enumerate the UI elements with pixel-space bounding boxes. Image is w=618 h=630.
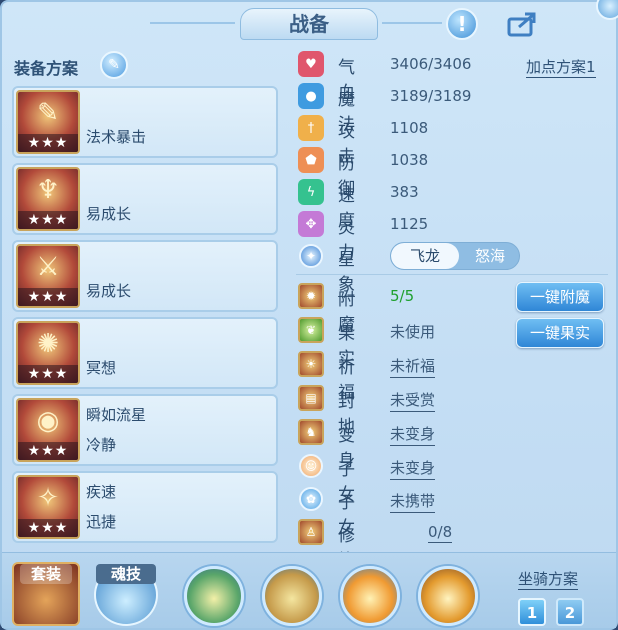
mount-plan-2-button[interactable]: 2 xyxy=(556,598,584,626)
blessing-icon: ☀ xyxy=(298,351,324,377)
equipment-plan-card[interactable]: ✺ ★★★ 冥想 xyxy=(12,317,278,389)
stat-value: 1125 xyxy=(390,215,429,233)
share-icon[interactable] xyxy=(506,8,538,40)
star-rating: ★★★ xyxy=(18,288,78,306)
star-rating: ★★★ xyxy=(18,365,78,383)
fruit-icon: ❦ xyxy=(298,317,324,343)
equipment-glyph: ✺ xyxy=(37,329,59,359)
suit-label: 套装 xyxy=(20,564,72,584)
equipment-glyph: ✧ xyxy=(37,483,59,513)
one-click-enchant-button[interactable]: 一键附魔 xyxy=(516,282,604,312)
constellation-toggle[interactable]: 飞龙 怒海 xyxy=(390,242,520,270)
skill-orb-3[interactable] xyxy=(340,566,400,626)
equipment-plan-title: 装备方案 xyxy=(14,59,79,78)
stat-value: 383 xyxy=(390,183,419,201)
speed-icon: ϟ xyxy=(298,179,324,205)
feature-value[interactable]: 未携带 xyxy=(390,490,436,513)
skill-orb-4[interactable] xyxy=(418,566,478,626)
star-rating: ★★★ xyxy=(18,134,78,152)
stat-value: 3406/3406 xyxy=(390,55,472,73)
one-click-fruit-button[interactable]: 一键果实 xyxy=(516,318,604,348)
plan-line-2: 冥想 xyxy=(86,359,117,377)
stat-value: 3189/3189 xyxy=(390,87,472,105)
section-divider xyxy=(296,274,608,275)
stat-value: 1108 xyxy=(390,119,429,137)
skill-orb-2[interactable] xyxy=(262,566,322,626)
plan-line-2: 冷静 xyxy=(86,436,117,454)
plan-line-2: 迅捷 xyxy=(86,513,117,531)
constellation-option-nuhai[interactable]: 怒海 xyxy=(459,243,519,269)
cultivation-icon: ♙ xyxy=(298,519,324,545)
equipment-item-icon: ♆ ★★★ xyxy=(16,167,80,231)
help-icon[interactable]: ! xyxy=(446,8,478,40)
constellation-icon: ✦ xyxy=(299,244,323,268)
equipment-glyph: ⚔ xyxy=(36,252,60,282)
child-icon: ☺ xyxy=(299,454,323,478)
defense-icon: ⬟ xyxy=(298,147,324,173)
mana-icon: ● xyxy=(298,83,324,109)
feature-value[interactable]: 未变身 xyxy=(390,423,436,446)
soul-skill-label: 魂技 xyxy=(96,564,156,584)
equipment-item-icon: ✺ ★★★ xyxy=(16,321,80,385)
equipment-item-icon: ◉ ★★★ xyxy=(16,398,80,462)
equipment-plan-card[interactable]: ✎ ★★★ 法术暴击 xyxy=(12,86,278,158)
feature-value[interactable]: 0/8 xyxy=(428,523,453,543)
equipment-plan-card[interactable]: ♆ ★★★ 易成长 xyxy=(12,163,278,235)
skill-orb-1[interactable] xyxy=(184,566,244,626)
title-decoration-right xyxy=(382,22,442,24)
heart-icon: ♥ xyxy=(298,51,324,77)
feature-value: 未使用 xyxy=(390,323,436,341)
equipment-plan-card[interactable]: ✧ ★★★ 疾速迅捷 xyxy=(12,471,278,543)
star-rating: ★★★ xyxy=(18,519,78,537)
plan-line-2: 易成长 xyxy=(86,205,132,223)
equipment-item-icon: ✧ ★★★ xyxy=(16,475,80,539)
spirit-icon: ✥ xyxy=(298,211,324,237)
plan-line-1: 疾速 xyxy=(86,483,117,501)
feature-value[interactable]: 未变身 xyxy=(390,457,436,480)
page-title: 战备 xyxy=(240,8,378,40)
pet-paw-icon: ✿ xyxy=(299,487,323,511)
equipment-plan-card[interactable]: ◉ ★★★ 瞬如流星冷静 xyxy=(12,394,278,466)
edit-pencil-icon[interactable]: ✎ xyxy=(100,51,128,79)
share-arrow-svg xyxy=(507,12,536,37)
plan-line-2: 法术暴击 xyxy=(86,128,147,146)
equipment-item-icon: ✎ ★★★ xyxy=(16,90,80,154)
equipment-item-icon: ⚔ ★★★ xyxy=(16,244,80,308)
equipment-glyph: ✎ xyxy=(37,98,59,128)
equipment-glyph: ◉ xyxy=(36,406,60,436)
fief-icon: ▤ xyxy=(298,385,324,411)
title-decoration-left xyxy=(150,22,235,24)
feature-value: 5/5 xyxy=(390,287,415,305)
stat-value: 1038 xyxy=(390,151,429,169)
feature-value[interactable]: 未祈福 xyxy=(390,355,436,378)
transform-icon: ♞ xyxy=(298,419,324,445)
mount-plan-title[interactable]: 坐骑方案 xyxy=(518,568,579,590)
attack-icon: † xyxy=(298,115,324,141)
constellation-option-feilong[interactable]: 飞龙 xyxy=(391,243,459,269)
plan-line-2: 易成长 xyxy=(86,282,132,300)
mount-plan-1-button[interactable]: 1 xyxy=(518,598,546,626)
add-points-plan-link[interactable]: 加点方案1 xyxy=(526,56,596,78)
equipment-glyph: ♆ xyxy=(36,175,60,205)
enchant-icon: ✹ xyxy=(298,283,324,309)
plan-line-1: 瞬如流星 xyxy=(86,406,147,424)
star-rating: ★★★ xyxy=(18,211,78,229)
feature-value[interactable]: 未受赏 xyxy=(390,389,436,412)
equipment-plan-card[interactable]: ⚔ ★★★ 易成长 xyxy=(12,240,278,312)
star-rating: ★★★ xyxy=(18,442,78,460)
